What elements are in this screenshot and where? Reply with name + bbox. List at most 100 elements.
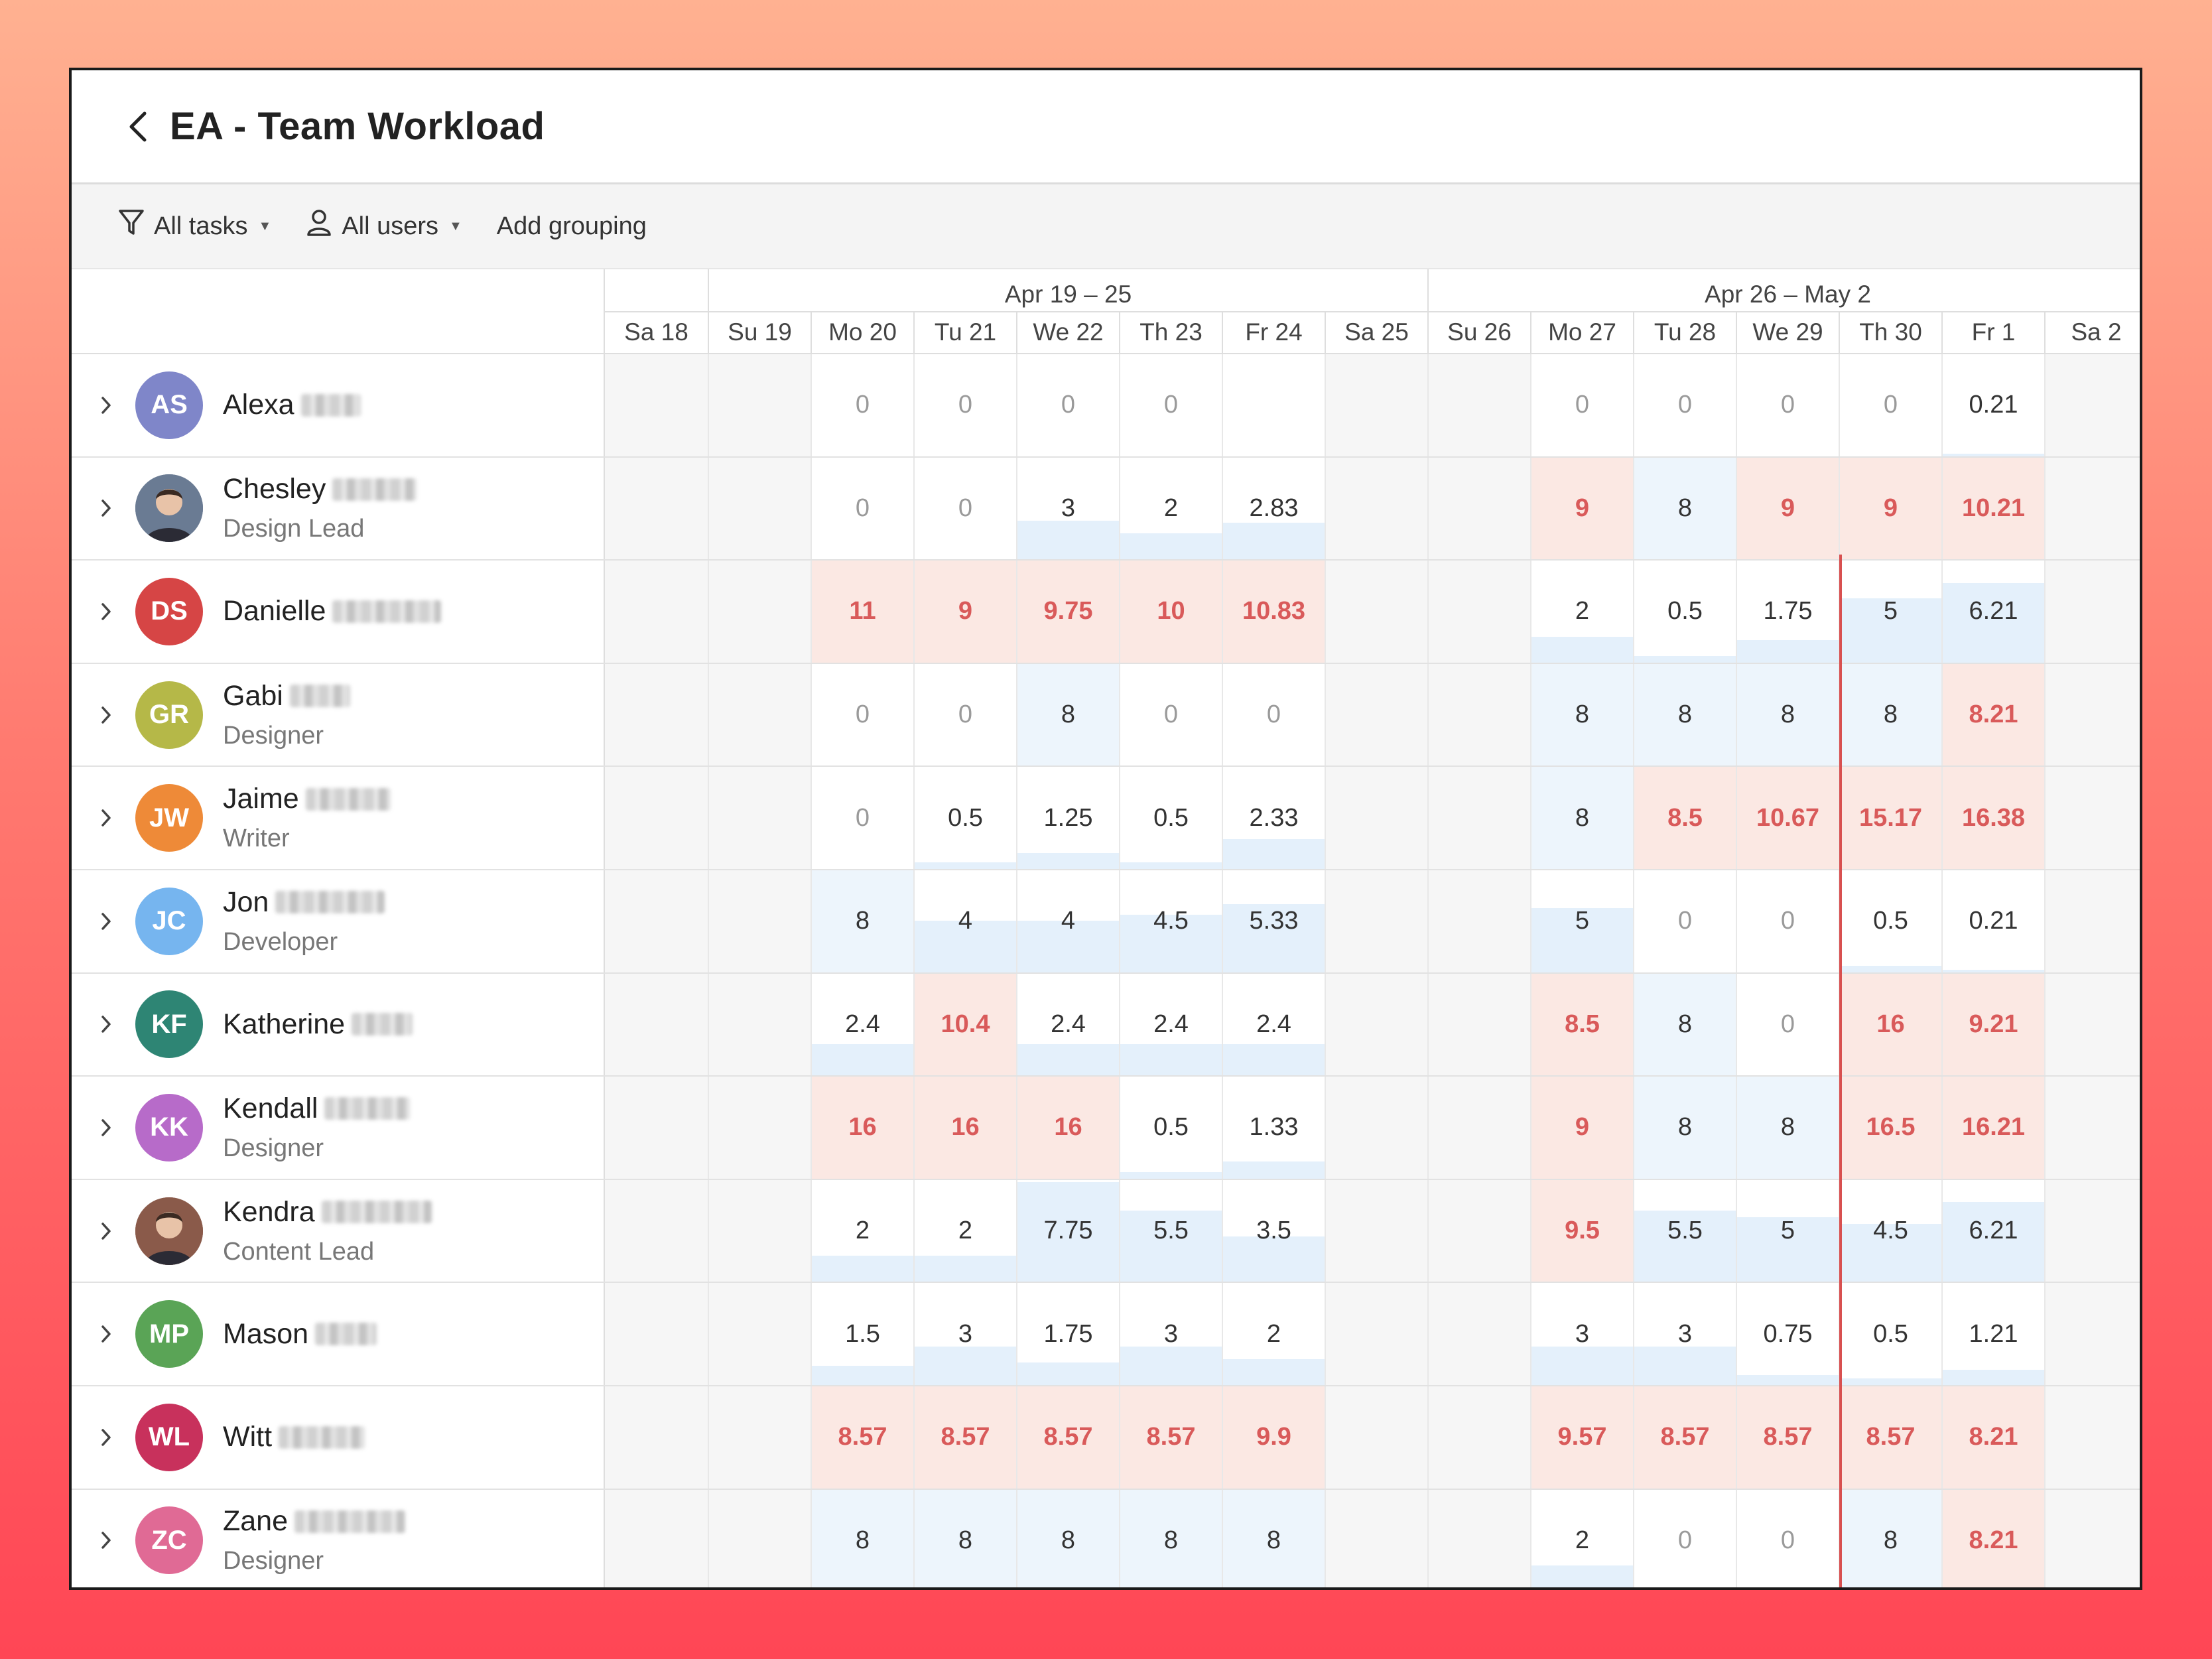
workload-cell[interactable] [2044, 1077, 2140, 1179]
workload-cell[interactable]: 0 [1119, 354, 1222, 456]
workload-cell[interactable]: 16.21 [1941, 1077, 2044, 1179]
workload-cell[interactable]: 8.57 [1736, 1386, 1839, 1489]
workload-cell[interactable]: 0.5 [1633, 561, 1736, 663]
workload-cell[interactable] [708, 1283, 811, 1385]
chevron-right-icon[interactable] [90, 1117, 122, 1138]
workload-cell[interactable]: 0 [811, 767, 913, 869]
workload-cell[interactable] [1325, 1489, 1427, 1587]
workload-cell[interactable] [708, 870, 811, 972]
workload-cell[interactable]: 8.57 [913, 1386, 1016, 1489]
workload-cell[interactable]: 8 [913, 1489, 1016, 1587]
workload-cell[interactable] [1325, 870, 1427, 972]
workload-cell[interactable] [2044, 457, 2140, 560]
workload-cell[interactable]: 4.5 [1119, 870, 1222, 972]
workload-cell[interactable]: 8.57 [1016, 1386, 1119, 1489]
workload-cell[interactable]: 8 [1016, 1489, 1119, 1587]
workload-cell[interactable]: 0.5 [1839, 870, 1941, 972]
workload-cell[interactable]: 4.5 [1839, 1179, 1941, 1282]
workload-cell[interactable] [605, 1489, 708, 1587]
workload-cell[interactable]: 16.5 [1839, 1077, 1941, 1179]
workload-cell[interactable]: 0 [913, 457, 1016, 560]
workload-cell[interactable]: 0 [1736, 973, 1839, 1076]
workload-cell[interactable]: 8 [1633, 663, 1736, 766]
workload-cell[interactable]: 0 [913, 354, 1016, 456]
workload-cell[interactable]: 9 [913, 561, 1016, 663]
workload-cell[interactable]: 2 [1530, 1489, 1633, 1587]
workload-cell[interactable]: 0 [1839, 354, 1941, 456]
workload-cell[interactable]: 16 [1839, 973, 1941, 1076]
workload-cell[interactable]: 0.21 [1941, 870, 2044, 972]
workload-cell[interactable] [605, 1077, 708, 1179]
workload-cell[interactable]: 9.57 [1530, 1386, 1633, 1489]
workload-cell[interactable] [1325, 561, 1427, 663]
chevron-right-icon[interactable] [90, 1427, 122, 1448]
workload-cell[interactable]: 9.5 [1530, 1179, 1633, 1282]
workload-cell[interactable]: 0 [1016, 354, 1119, 456]
workload-cell[interactable] [1427, 663, 1530, 766]
workload-cell[interactable] [1427, 1283, 1530, 1385]
workload-cell[interactable] [708, 1489, 811, 1587]
workload-cell[interactable]: 9.9 [1222, 1386, 1325, 1489]
workload-cell[interactable] [605, 1283, 708, 1385]
workload-cell[interactable]: 8 [1633, 457, 1736, 560]
workload-cell[interactable]: 8 [1839, 663, 1941, 766]
workload-cell[interactable]: 8 [1736, 663, 1839, 766]
workload-cell[interactable]: 10.67 [1736, 767, 1839, 869]
workload-cell[interactable]: 8.57 [811, 1386, 913, 1489]
workload-cell[interactable]: 9.75 [1016, 561, 1119, 663]
workload-cell[interactable]: 3 [1530, 1283, 1633, 1385]
workload-cell[interactable] [2044, 870, 2140, 972]
workload-cell[interactable] [2044, 767, 2140, 869]
chevron-right-icon[interactable] [90, 395, 122, 416]
workload-cell[interactable] [708, 457, 811, 560]
workload-cell[interactable]: 6.21 [1941, 561, 2044, 663]
workload-cell[interactable] [708, 1386, 811, 1489]
workload-cell[interactable] [1325, 1077, 1427, 1179]
workload-cell[interactable] [1427, 354, 1530, 456]
workload-cell[interactable]: 8 [1119, 1489, 1222, 1587]
workload-cell[interactable] [2044, 1283, 2140, 1385]
chevron-right-icon[interactable] [90, 1530, 122, 1551]
workload-cell[interactable]: 16 [811, 1077, 913, 1179]
workload-cell[interactable] [1427, 561, 1530, 663]
workload-cell[interactable]: 8 [811, 870, 913, 972]
chevron-right-icon[interactable] [90, 911, 122, 932]
workload-cell[interactable]: 0.5 [1119, 1077, 1222, 1179]
chevron-left-icon[interactable] [118, 107, 158, 147]
workload-cell[interactable]: 5 [1736, 1179, 1839, 1282]
workload-cell[interactable] [605, 870, 708, 972]
workload-cell[interactable] [1325, 1179, 1427, 1282]
workload-cell[interactable]: 0 [1530, 354, 1633, 456]
workload-cell[interactable]: 0 [1633, 870, 1736, 972]
workload-cell[interactable]: 8 [1222, 1489, 1325, 1587]
workload-cell[interactable] [2044, 1489, 2140, 1587]
chevron-right-icon[interactable] [90, 1014, 122, 1035]
workload-cell[interactable]: 2.83 [1222, 457, 1325, 560]
workload-cell[interactable]: 8.57 [1633, 1386, 1736, 1489]
workload-cell[interactable]: 0 [1633, 1489, 1736, 1587]
workload-cell[interactable] [708, 1179, 811, 1282]
workload-cell[interactable]: 8.57 [1119, 1386, 1222, 1489]
workload-cell[interactable] [708, 663, 811, 766]
workload-cell[interactable]: 2.4 [1222, 973, 1325, 1076]
chevron-right-icon[interactable] [90, 498, 122, 519]
workload-cell[interactable]: 1.21 [1941, 1283, 2044, 1385]
workload-cell[interactable]: 0.5 [1119, 767, 1222, 869]
workload-cell[interactable]: 16 [913, 1077, 1016, 1179]
chevron-right-icon[interactable] [90, 1323, 122, 1345]
workload-cell[interactable] [708, 767, 811, 869]
workload-cell[interactable]: 9.21 [1941, 973, 2044, 1076]
workload-cell[interactable]: 5.33 [1222, 870, 1325, 972]
tasks-filter-dropdown[interactable]: All tasks ▼ [118, 208, 271, 244]
workload-cell[interactable] [605, 767, 708, 869]
workload-cell[interactable] [1325, 1386, 1427, 1489]
workload-cell[interactable] [1325, 457, 1427, 560]
workload-cell[interactable]: 8.57 [1839, 1386, 1941, 1489]
chevron-right-icon[interactable] [90, 601, 122, 622]
workload-cell[interactable]: 2 [913, 1179, 1016, 1282]
workload-cell[interactable]: 3 [1633, 1283, 1736, 1385]
workload-cell[interactable]: 1.75 [1736, 561, 1839, 663]
workload-cell[interactable] [1427, 457, 1530, 560]
workload-cell[interactable] [1427, 767, 1530, 869]
workload-cell[interactable]: 2.4 [1016, 973, 1119, 1076]
